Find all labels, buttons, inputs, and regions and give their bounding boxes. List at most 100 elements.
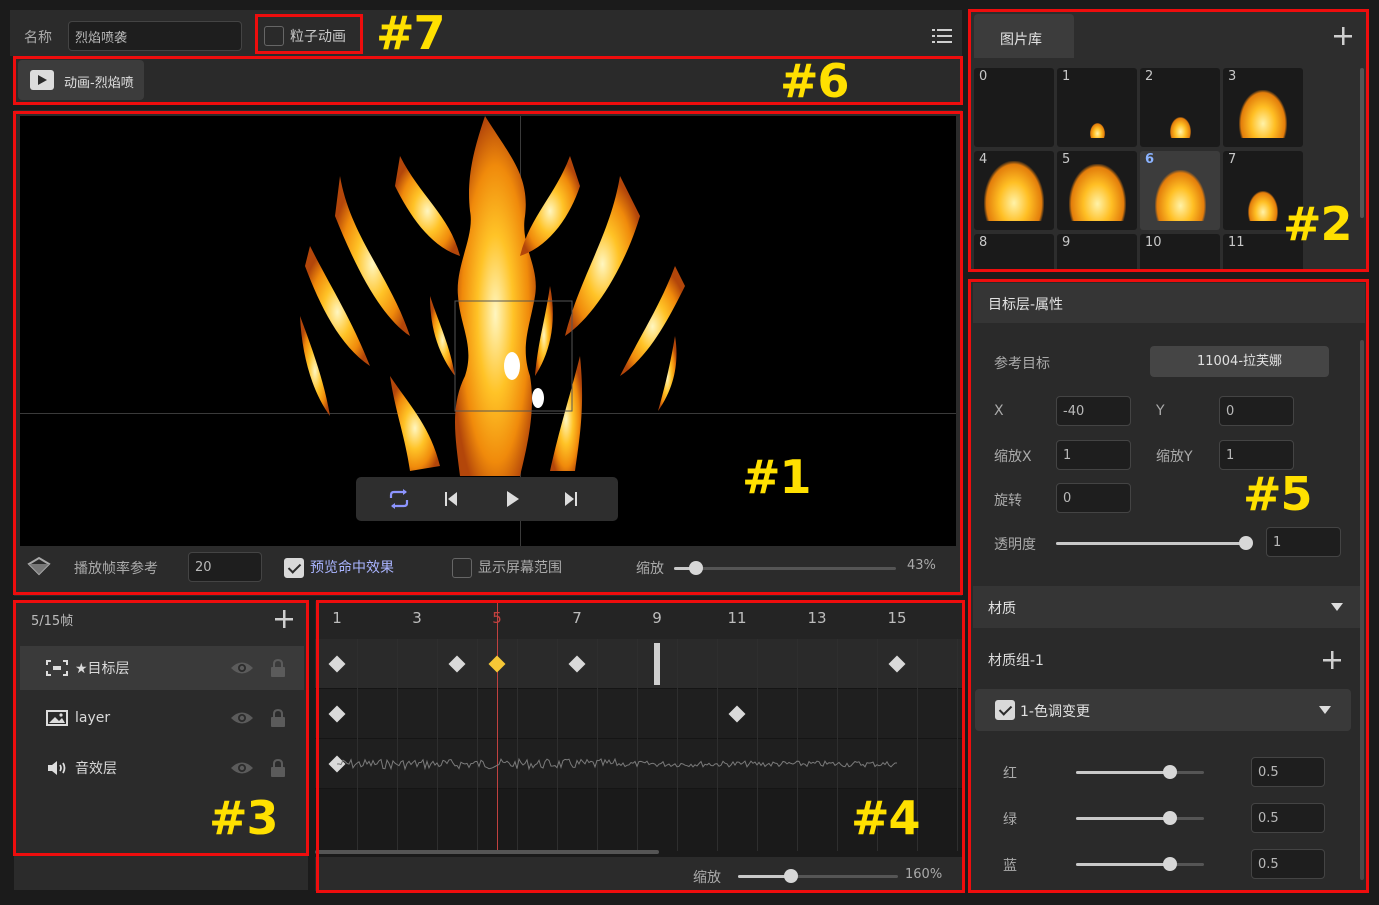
gallery-thumb[interactable]: 3 (1223, 68, 1303, 147)
play-icon[interactable] (506, 490, 520, 508)
opacity-input[interactable]: 1 (1266, 527, 1341, 557)
gallery-thumb-index: 8 (979, 235, 988, 250)
material-collapse-icon[interactable] (1331, 603, 1343, 611)
scale-y-input[interactable]: 1 (1219, 440, 1294, 470)
layer-row[interactable]: layer (20, 696, 304, 740)
green-slider[interactable] (1076, 811, 1204, 825)
marker-5: #5 (1243, 467, 1313, 521)
gallery-thumb[interactable]: 6 (1140, 151, 1220, 230)
hue-change-header[interactable]: 1-色调变更 (975, 689, 1351, 731)
loop-icon[interactable] (387, 488, 411, 510)
frame-tick-label: 7 (572, 609, 582, 627)
y-label: Y (1156, 403, 1165, 419)
preview-zoom-value: 43% (907, 558, 936, 573)
add-layer-icon[interactable] (275, 610, 293, 628)
red-slider[interactable] (1076, 765, 1204, 779)
scale-x-input[interactable]: 1 (1056, 440, 1131, 470)
gallery-thumb-index: 3 (1228, 69, 1237, 84)
layer-row[interactable]: ★目标层 (20, 646, 304, 690)
timeline-footer: 缩放 160% (315, 857, 962, 891)
properties-title: 目标层-属性 (988, 297, 1064, 313)
marker-1: #1 (742, 450, 812, 504)
frame-tick-label: 15 (887, 609, 907, 627)
marker-6: #6 (780, 54, 850, 108)
flame-thumb-image (1068, 164, 1126, 221)
preview-panel: 播放帧率参考 20 预览命中效果 显示屏幕范围 缩放 43% (14, 110, 962, 596)
gallery-thumb[interactable]: 8 (974, 234, 1054, 270)
next-frame-icon[interactable] (564, 491, 578, 507)
hue-collapse-icon[interactable] (1319, 706, 1331, 714)
audio-waveform (337, 757, 897, 771)
timeline-ruler[interactable]: 13579111315 (315, 601, 962, 639)
speaker-icon (46, 760, 68, 776)
green-input[interactable]: 0.5 (1251, 803, 1325, 833)
anim-tab-label: 动画-烈焰喷 (64, 76, 134, 91)
x-input[interactable]: -40 (1056, 396, 1131, 426)
fps-input[interactable]: 20 (188, 552, 262, 582)
gallery-thumb-index: 7 (1228, 152, 1237, 167)
gallery-thumb[interactable]: 9 (1057, 234, 1137, 270)
hit-effect-checkbox[interactable] (284, 558, 304, 578)
gallery-tab-label: 图片库 (1000, 32, 1042, 48)
preview-canvas[interactable] (20, 116, 956, 546)
properties-scrollbar[interactable] (1360, 340, 1364, 880)
timeline-grid-line (597, 639, 598, 851)
gallery-thumb[interactable]: 0 (974, 68, 1054, 147)
header-bar: 名称 烈焰喷袭 粒子动画 (10, 10, 962, 56)
marker-2: #2 (1283, 197, 1353, 251)
gallery-thumb[interactable]: 1 (1057, 68, 1137, 147)
name-input[interactable]: 烈焰喷袭 (68, 21, 242, 51)
gallery-add-icon[interactable] (1334, 27, 1352, 45)
ref-target-button[interactable]: 11004-拉芙娜 (1150, 346, 1329, 377)
timeline-zoom-value: 160% (905, 867, 943, 882)
flame-thumb-image (1089, 123, 1105, 138)
preview-zoom-label: 缩放 (636, 561, 664, 577)
scale-y-label: 缩放Y (1156, 449, 1193, 465)
rotation-input[interactable]: 0 (1056, 483, 1131, 513)
preview-zoom-slider[interactable] (674, 561, 896, 575)
lock-icon[interactable] (270, 708, 286, 727)
opacity-slider[interactable] (1056, 536, 1253, 550)
fire-effect-image (300, 116, 685, 476)
green-label: 绿 (1003, 812, 1017, 828)
gallery-tab[interactable]: 图片库 (974, 14, 1074, 58)
screen-range-checkbox[interactable] (452, 558, 472, 578)
visibility-eye-icon[interactable] (230, 661, 254, 675)
prev-frame-icon[interactable] (444, 491, 458, 507)
lock-icon[interactable] (270, 758, 286, 777)
visibility-eye-icon[interactable] (230, 761, 254, 775)
ref-target-label: 参考目标 (994, 356, 1050, 372)
particle-checkbox[interactable] (264, 26, 284, 46)
red-input[interactable]: 0.5 (1251, 757, 1325, 787)
gallery-thumb[interactable]: 4 (974, 151, 1054, 230)
timeline-zoom-slider[interactable] (738, 869, 898, 883)
properties-panel: 目标层-属性 参考目标 11004-拉芙娜 X -40 Y 0 缩放X 1 缩放… (970, 280, 1367, 892)
marker-4: #4 (851, 791, 921, 845)
timeline-track-row[interactable] (315, 689, 962, 739)
red-label: 红 (1003, 766, 1017, 782)
timeline-track-row[interactable] (315, 639, 962, 689)
material-section-header[interactable]: 材质 (973, 586, 1361, 628)
timeline-grid-line (517, 639, 518, 851)
y-input[interactable]: 0 (1219, 396, 1294, 426)
anim-tab[interactable]: 动画-烈焰喷 (18, 60, 144, 100)
list-menu-icon[interactable] (932, 27, 952, 45)
hue-change-checkbox[interactable] (995, 700, 1015, 720)
gallery-thumb[interactable]: 10 (1140, 234, 1220, 270)
gallery-thumb-index: 9 (1062, 235, 1071, 250)
gallery-scrollbar[interactable] (1360, 68, 1364, 218)
gallery-thumb[interactable]: 5 (1057, 151, 1137, 230)
lock-icon[interactable] (270, 658, 286, 677)
range-end-handle[interactable] (654, 643, 660, 685)
visibility-eye-icon[interactable] (230, 711, 254, 725)
blue-slider[interactable] (1076, 857, 1204, 871)
gallery-thumb-index: 2 (1145, 69, 1154, 84)
gallery-thumb[interactable]: 2 (1140, 68, 1220, 147)
material-add-icon[interactable] (1323, 651, 1341, 669)
timeline-grid-line (477, 639, 478, 851)
blue-input[interactable]: 0.5 (1251, 849, 1325, 879)
layer-row[interactable]: 音效层 (20, 746, 304, 790)
properties-header: 目标层-属性 (973, 283, 1365, 323)
bucket-icon[interactable] (26, 556, 52, 578)
timeline-hscroll[interactable] (315, 850, 659, 854)
